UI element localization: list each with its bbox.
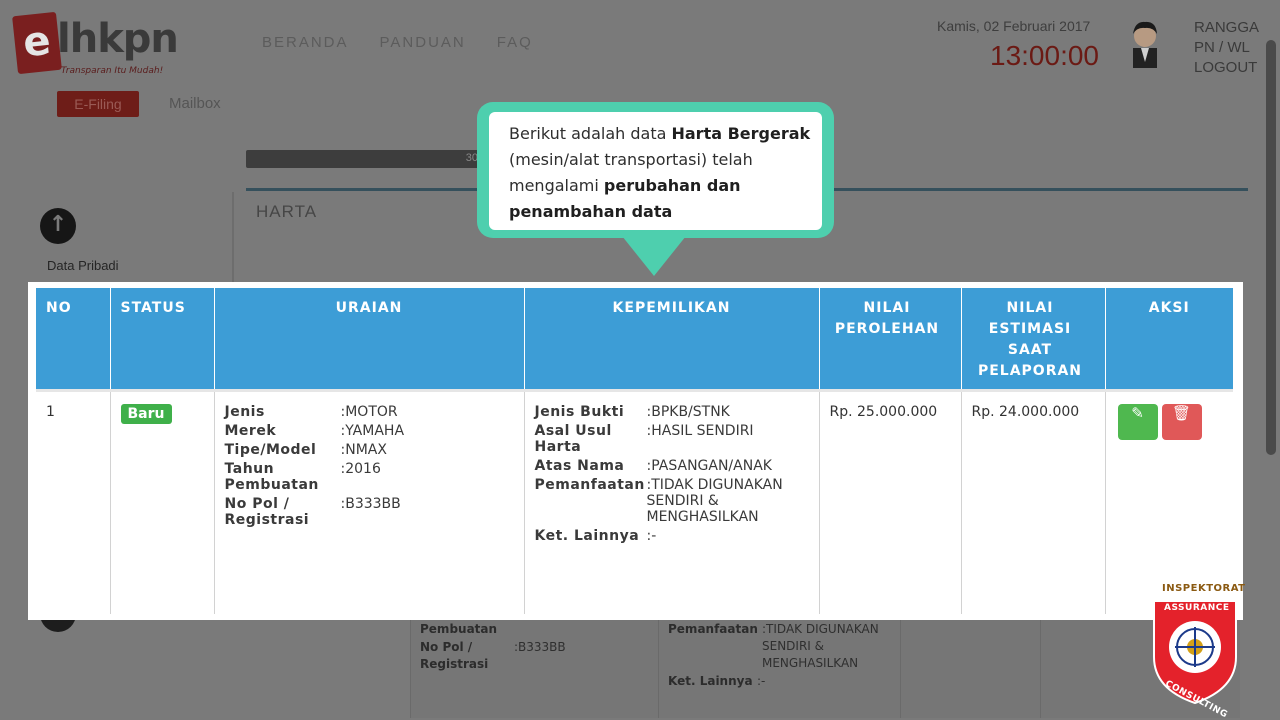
bg-column-line [900, 618, 901, 718]
brand-shield [1153, 600, 1237, 705]
table-header-row: NO STATUS URAIAN KEPEMILIKAN NILAI PEROL… [36, 288, 1233, 390]
tooltip-bold-1: Harta Bergerak [671, 124, 811, 143]
background-table-row: Pembuatan No Pol / Registrasi :B333BB Pe… [410, 618, 1240, 718]
bg-nopol-label: No Pol / Registrasi [420, 640, 489, 671]
bg-pemanfaatan-value: :TIDAK DIGUNAKAN SENDIRI & MENGHASILKAN [762, 622, 879, 670]
cell-aksi: ✎ 🗑 [1105, 388, 1233, 614]
ket-lainnya-value: :- [646, 527, 657, 544]
pemanfaatan-value: :TIDAK DIGUNAKAN SENDIRI & MENGHASILKAN [646, 476, 783, 525]
arrow-up-icon[interactable]: ↑ [40, 208, 76, 244]
brand-title: INSPEKTORAT [1162, 583, 1246, 594]
jenis-bukti-value: :BPKB/STNK [646, 403, 730, 420]
tipe-label: Tipe/Model [224, 441, 317, 458]
header-uraian: URAIAN [214, 288, 525, 390]
header-aksi: AKSI [1105, 288, 1233, 390]
pencil-icon: ✎ [1131, 403, 1144, 422]
nopol-label: No Pol / Registrasi [224, 495, 310, 528]
harta-table-highlight: NO STATUS URAIAN KEPEMILIKAN NILAI PEROL… [28, 282, 1243, 620]
panel-border [232, 192, 234, 282]
avatar[interactable] [1125, 18, 1165, 68]
nav-item-faq[interactable]: FAQ [497, 34, 533, 51]
tooltip-text-1: Berikut adalah data [509, 124, 672, 143]
bg-nopol-value: :B333BB [514, 640, 566, 654]
delete-button[interactable]: 🗑 [1161, 403, 1202, 440]
merek-label: Merek [224, 422, 277, 439]
user-menu: RANGGA PN / WL LOGOUT [1194, 18, 1259, 78]
section-title: HARTA [256, 202, 318, 221]
harta-bergerak-table: NO STATUS URAIAN KEPEMILIKAN NILAI PEROL… [36, 288, 1233, 614]
atas-nama-value: :PASANGAN/ANAK [646, 457, 772, 474]
logo-letter: e [12, 11, 62, 75]
tooltip-callout: Berikut adalah data Harta Bergerak (mesi… [477, 102, 834, 238]
bg-pemanfaatan-label: Pemanfaatan [668, 622, 758, 636]
cell-status: Baru [110, 388, 215, 614]
trash-icon: 🗑 [1171, 403, 1192, 422]
ket-lainnya-label: Ket. Lainnya [534, 527, 640, 544]
kepemilikan-list: Jenis Bukti :BPKB/STNK Asal Usul Harta :… [535, 404, 809, 544]
bg-column-line [410, 618, 411, 718]
sidebar-item-data-pribadi[interactable]: Data Pribadi [47, 258, 119, 273]
jenis-label: Jenis [224, 403, 265, 420]
logo-tagline: Transparan Itu Mudah! [61, 66, 164, 76]
cell-nilai-estimasi: Rp. 24.000.000 [961, 388, 1106, 614]
header-nilai-perolehan-label: NILAI PEROLEHAN [834, 300, 940, 337]
mailbox-tab[interactable]: Mailbox [169, 95, 221, 112]
header-no: NO [36, 288, 111, 390]
current-date: Kamis, 02 Februari 2017 [937, 18, 1091, 34]
cell-no: 1 [36, 388, 111, 614]
tooltip-pointer [622, 236, 686, 276]
tipe-value: :NMAX [340, 441, 387, 458]
nav-item-beranda[interactable]: BERANDA [262, 34, 349, 51]
efiling-tab[interactable]: E-Filing [57, 91, 139, 117]
header-kepemilikan: KEPEMILIKAN [524, 288, 820, 390]
tahun-value: :2016 [340, 460, 381, 477]
header-status: STATUS [110, 288, 215, 390]
bg-column-line [658, 618, 659, 718]
jenis-value: :MOTOR [340, 403, 398, 420]
uraian-list: Jenis :MOTOR Merek :YAMAHA Tipe/Model :N… [225, 404, 514, 528]
header-nilai-estimasi-label: NILAI ESTIMASI SAAT PELAPORAN [977, 300, 1083, 379]
edit-button[interactable]: ✎ [1117, 403, 1158, 440]
atas-nama-label: Atas Nama [534, 457, 625, 474]
logout-link[interactable]: LOGOUT [1194, 58, 1259, 78]
logo-text: lhkpn [57, 16, 179, 62]
status-badge: Baru [120, 403, 172, 424]
brand-top-text: ASSURANCE [1164, 603, 1230, 613]
header-nilai-estimasi: NILAI ESTIMASI SAAT PELAPORAN [961, 288, 1106, 390]
header-nilai-perolehan: NILAI PEROLEHAN [819, 288, 962, 390]
pemanfaatan-label: Pemanfaatan [534, 476, 645, 493]
merek-value: :YAMAHA [340, 422, 405, 439]
nav-item-panduan[interactable]: PANDUAN [380, 34, 466, 51]
asal-usul-value: :HASIL SENDIRI [646, 422, 754, 439]
bg-pembuatan-label: Pembuatan [420, 622, 498, 636]
current-time: 13:00:00 [990, 40, 1099, 71]
bg-ket-value: :- [757, 674, 766, 688]
jenis-bukti-label: Jenis Bukti [534, 403, 625, 420]
scrollbar[interactable] [1266, 40, 1276, 455]
tooltip-text: Berikut adalah data Harta Bergerak (mesi… [489, 112, 822, 230]
cell-uraian: Jenis :MOTOR Merek :YAMAHA Tipe/Model :N… [214, 388, 525, 614]
asal-usul-label: Asal Usul Harta [534, 422, 612, 455]
main-nav: BERANDA PANDUAN FAQ [262, 34, 533, 51]
bg-ket-label: Ket. Lainnya [668, 674, 753, 688]
nopol-value: :B333BB [340, 495, 401, 512]
cell-nilai-perolehan: Rp. 25.000.000 [819, 388, 962, 614]
bg-column-line [1040, 618, 1041, 718]
user-role: PN / WL [1194, 39, 1250, 56]
elhkpn-logo[interactable]: e lhkpn Transparan Itu Mudah! [12, 11, 179, 80]
cell-kepemilikan: Jenis Bukti :BPKB/STNK Asal Usul Harta :… [524, 388, 820, 614]
progress-bar: 30 [246, 150, 486, 168]
table-row: 1 Baru Jenis :MOTOR Merek :YAMAHA Tipe/M… [36, 388, 1233, 614]
user-name: RANGGA [1194, 19, 1260, 36]
inspektorat-badge: INSPEKTORAT ASSURANCE CONSULTING [1150, 583, 1245, 720]
tahun-label: Tahun Pembuatan [224, 460, 319, 493]
